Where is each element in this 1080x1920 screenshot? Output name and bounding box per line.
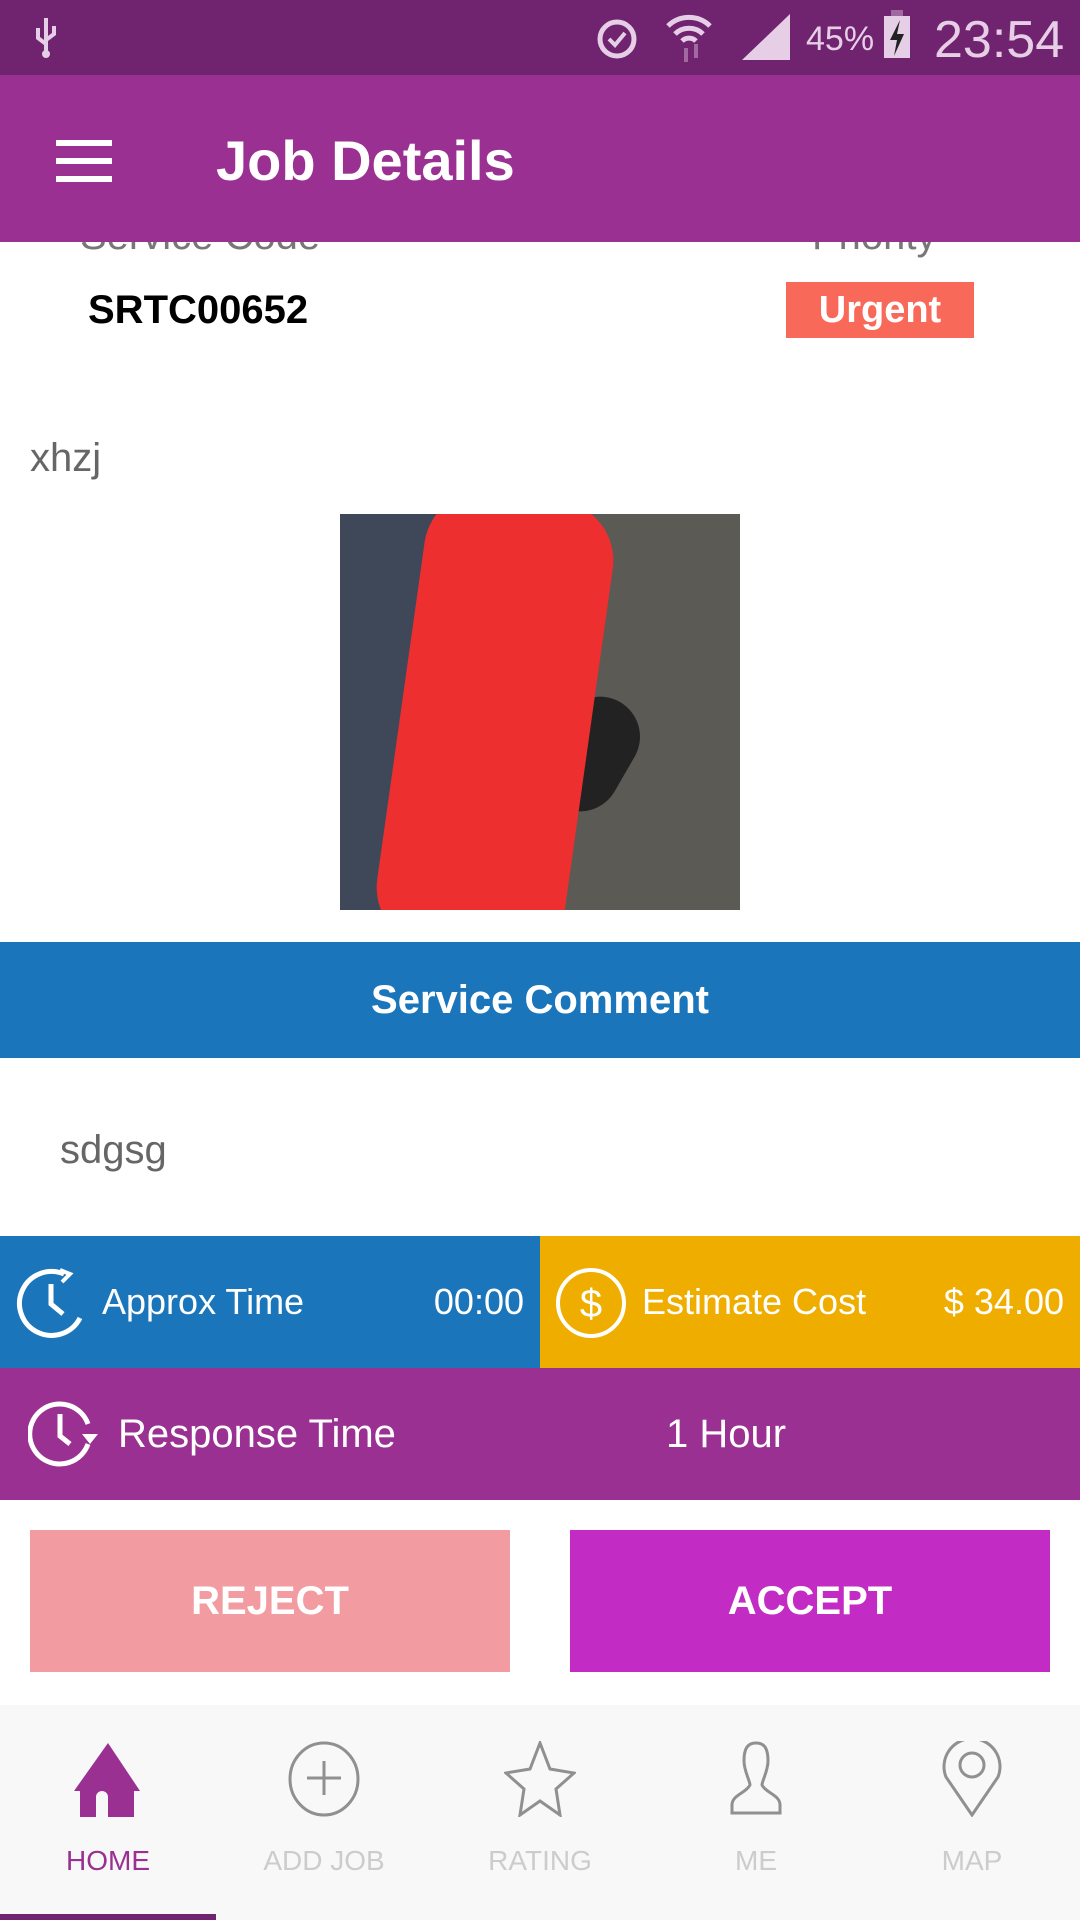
nav-map[interactable]: MAP (864, 1705, 1080, 1920)
service-comment-header: Service Comment (0, 942, 1080, 1058)
hamburger-icon[interactable] (56, 140, 112, 182)
nav-home[interactable]: HOME (0, 1705, 216, 1920)
approx-time-label: Approx Time (102, 1281, 305, 1322)
active-tab-indicator (0, 1914, 216, 1920)
app-bar: Job Details (0, 75, 1080, 242)
bottom-nav: HOME ADD JOB RATING ME MAP (0, 1705, 1080, 1920)
approx-time-value: 00:00 (433, 1281, 524, 1322)
response-clock-icon (28, 1401, 98, 1467)
nav-label: ME (735, 1845, 777, 1876)
nav-rating[interactable]: RATING (432, 1705, 648, 1920)
usb-icon (36, 18, 56, 58)
person-icon (730, 1741, 782, 1815)
estimate-cost-panel: $ Estimate Cost $ 34.00 (540, 1236, 1080, 1368)
priority-label: Priority (812, 242, 936, 259)
service-comment-title: Service Comment (371, 977, 709, 1022)
add-circle-icon (288, 1741, 360, 1817)
status-bar: 45% 23:54 (0, 0, 1080, 75)
job-description: xhzj (30, 436, 102, 480)
service-code-label: Service Code (80, 242, 320, 259)
priority-badge: Urgent (786, 282, 974, 338)
signal-icon (742, 14, 790, 60)
service-comment-text: sdgsg (60, 1128, 167, 1172)
response-time-value: 1 Hour (666, 1412, 787, 1456)
response-time-label: Response Time (118, 1412, 396, 1456)
response-time-panel: Response Time 1 Hour (0, 1368, 1080, 1500)
clock: 23:54 (934, 11, 1065, 69)
reject-button[interactable]: REJECT (30, 1530, 510, 1672)
alarm-icon (597, 19, 637, 59)
svg-text:$: $ (580, 1282, 602, 1326)
job-photo[interactable] (340, 514, 740, 910)
estimate-cost-label: Estimate Cost (642, 1281, 867, 1322)
nav-label: MAP (941, 1845, 1003, 1876)
nav-label: HOME (66, 1845, 150, 1876)
star-icon (504, 1741, 576, 1817)
battery-percent: 45% (806, 20, 875, 58)
nav-me[interactable]: ME (648, 1705, 864, 1920)
estimate-cost-value: $ 34.00 (943, 1281, 1064, 1322)
home-icon (74, 1743, 140, 1817)
accept-button[interactable]: ACCEPT (570, 1530, 1050, 1672)
service-code: SRTC00652 (88, 288, 309, 332)
nav-add-job[interactable]: ADD JOB (216, 1705, 432, 1920)
dollar-icon: $ (556, 1268, 626, 1338)
nav-label: ADD JOB (263, 1845, 385, 1876)
map-pin-icon (942, 1741, 1002, 1817)
wifi-icon (666, 14, 712, 62)
clock-timer-icon (17, 1268, 83, 1338)
approx-time-panel: Approx Time 00:00 (0, 1236, 540, 1368)
page-title: Job Details (216, 129, 515, 192)
nav-label: RATING (488, 1845, 592, 1876)
battery-charging-icon (884, 10, 910, 58)
